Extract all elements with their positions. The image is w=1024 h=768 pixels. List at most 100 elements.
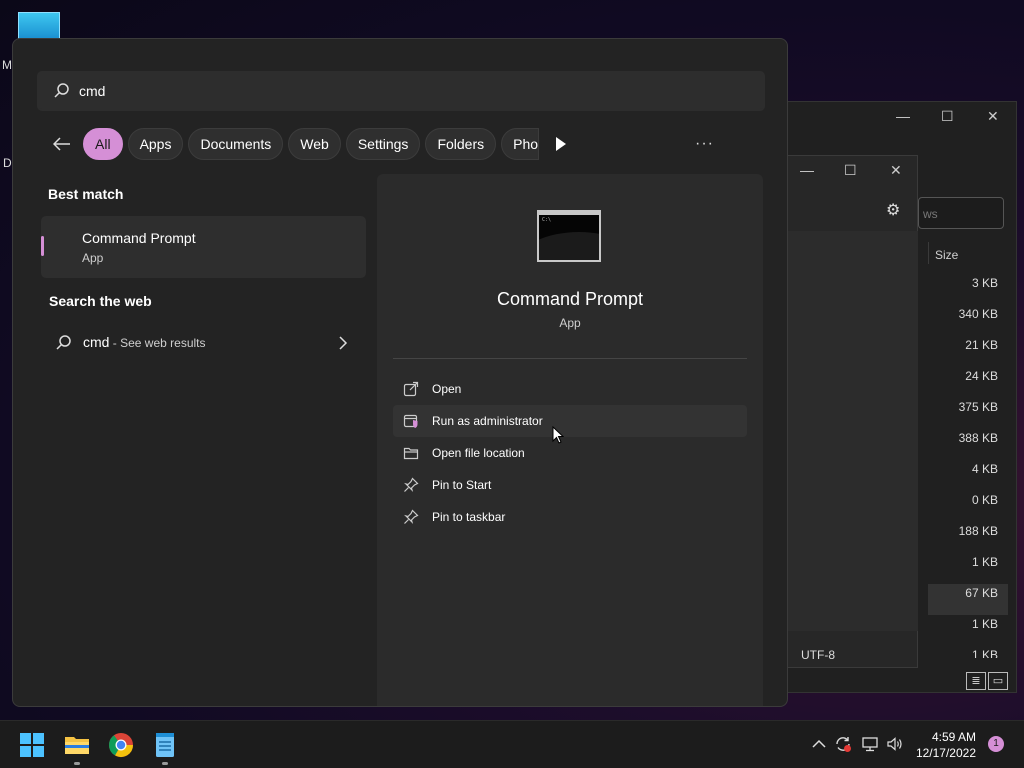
pin-icon <box>404 477 419 492</box>
notepad-icon <box>156 733 174 757</box>
column-separator <box>928 242 929 264</box>
preview-subtitle: App <box>559 316 581 330</box>
size-column: 3 KB 340 KB 21 KB 24 KB 375 KB 388 KB 4 … <box>928 274 1008 658</box>
chevron-right-icon[interactable] <box>338 336 348 350</box>
start-button[interactable] <box>16 729 48 761</box>
file-size: 1 KB <box>971 617 998 631</box>
arrow-left-icon <box>53 137 70 151</box>
search-icon <box>54 83 69 98</box>
filter-web[interactable]: Web <box>288 128 341 160</box>
taskbar-chrome[interactable] <box>105 729 137 761</box>
search-input[interactable] <box>79 80 679 102</box>
search-icon <box>56 335 71 350</box>
sync-icon[interactable] <box>834 735 852 753</box>
file-size: 4 KB <box>971 462 998 476</box>
taskbar-notepad[interactable] <box>149 729 181 765</box>
clock-time: 4:59 AM <box>931 730 976 744</box>
web-query-text: cmd <box>83 334 110 350</box>
minimize-icon[interactable]: — <box>896 108 910 124</box>
pin-to-taskbar-action[interactable]: Pin to taskbar <box>393 501 747 533</box>
web-query: cmd - See web results <box>83 334 206 350</box>
filter-settings[interactable]: Settings <box>345 128 421 160</box>
preview-title: Command Prompt <box>496 289 644 309</box>
divider <box>393 358 747 359</box>
filter-documents[interactable]: Documents <box>188 128 284 160</box>
file-size: 375 KB <box>958 400 998 414</box>
close-icon[interactable]: ✕ <box>987 108 999 125</box>
selection-indicator <box>41 236 44 256</box>
filter-all[interactable]: All <box>83 128 123 160</box>
web-search-result[interactable]: cmd - See web results <box>41 326 366 360</box>
run-as-admin-action[interactable]: Run as administrator <box>393 405 747 437</box>
windows-logo-icon <box>20 733 44 757</box>
taskbar-file-explorer[interactable] <box>61 729 93 765</box>
icon-sheen <box>539 232 599 260</box>
desktop-shortcut-icon[interactable] <box>18 12 60 40</box>
file-size: 188 KB <box>958 524 998 538</box>
icon-titlebar <box>539 212 599 215</box>
view-toggle[interactable]: ≣ ▭ <box>966 672 1008 690</box>
tiles-view-icon[interactable]: ▭ <box>988 672 1008 690</box>
notification-badge[interactable]: 1 <box>988 736 1004 752</box>
file-size: 24 KB <box>965 369 998 383</box>
folder-icon <box>65 737 89 754</box>
result-name: Command Prompt <box>82 230 196 246</box>
mouse-cursor-icon <box>552 426 564 444</box>
action-label: Run as administrator <box>432 414 543 428</box>
network-icon[interactable] <box>861 735 879 753</box>
pin-to-start-action[interactable]: Pin to Start <box>393 469 747 501</box>
chrome-icon <box>108 733 133 758</box>
action-label: Open <box>432 382 462 396</box>
start-search-panel: All Apps Documents Web Settings Folders … <box>12 38 788 707</box>
scroll-right-icon[interactable] <box>554 136 568 152</box>
minimize-icon[interactable]: — <box>800 162 814 178</box>
maximize-icon[interactable]: ☐ <box>941 108 954 125</box>
action-label: Pin to taskbar <box>432 510 506 524</box>
taskbar-clock[interactable]: 4:59 AM 12/17/2022 <box>912 729 976 761</box>
filter-apps[interactable]: Apps <box>127 128 184 160</box>
running-indicator <box>162 762 168 765</box>
file-size: 0 KB <box>971 493 998 507</box>
clock-date: 12/17/2022 <box>915 746 976 760</box>
search-bar[interactable] <box>37 71 765 111</box>
best-match-heading: Best match <box>48 186 124 202</box>
encoding-status: UTF-8 <box>801 648 835 662</box>
file-size: 340 KB <box>958 307 998 321</box>
icon-prompt-glyph: C:\ <box>542 217 552 223</box>
file-size: 67 KB <box>928 584 1008 615</box>
maximize-icon[interactable]: ☐ <box>844 162 857 179</box>
explorer-search-input[interactable]: ws <box>918 197 1004 229</box>
close-icon[interactable]: ✕ <box>890 162 902 179</box>
gear-icon[interactable]: ⚙ <box>886 200 900 220</box>
details-view-icon[interactable]: ≣ <box>966 672 986 690</box>
notepad-window: — ☐ ✕ ⚙ UTF-8 <box>787 155 918 668</box>
running-indicator <box>74 762 80 765</box>
filter-folders[interactable]: Folders <box>425 128 497 160</box>
file-size: 3 KB <box>971 276 998 290</box>
open-external-icon <box>403 381 419 397</box>
filter-bar: All Apps Documents Web Settings Folders … <box>49 127 568 161</box>
action-list: Open Run as administrator Open file loca… <box>393 373 747 533</box>
open-file-location-action[interactable]: Open file location <box>393 437 747 469</box>
notepad-editor[interactable] <box>788 231 918 631</box>
shield-admin-icon <box>403 414 418 428</box>
search-web-heading: Search the web <box>49 293 152 309</box>
open-action[interactable]: Open <box>393 373 747 405</box>
folder-icon <box>403 447 419 460</box>
taskbar: 4:59 AM 12/17/2022 1 <box>0 720 1024 768</box>
best-match-result[interactable]: Command Prompt App <box>41 216 366 278</box>
pin-icon <box>404 509 419 524</box>
chevron-up-icon[interactable] <box>810 735 828 753</box>
more-options-button[interactable]: ··· <box>695 135 714 153</box>
desktop-label-fragment: M <box>2 58 12 72</box>
back-button[interactable] <box>49 131 75 157</box>
result-type: App <box>82 251 104 265</box>
action-label: Open file location <box>432 446 525 460</box>
volume-icon[interactable] <box>886 735 904 753</box>
size-column-header[interactable]: Size <box>935 248 958 262</box>
preview-pane: C:\ Command Prompt App Open Run as admin… <box>377 174 763 706</box>
file-size: 1 KB <box>971 648 998 658</box>
file-size: 21 KB <box>965 338 998 352</box>
action-label: Pin to Start <box>432 478 492 492</box>
filter-photos[interactable]: Pho <box>501 128 540 160</box>
